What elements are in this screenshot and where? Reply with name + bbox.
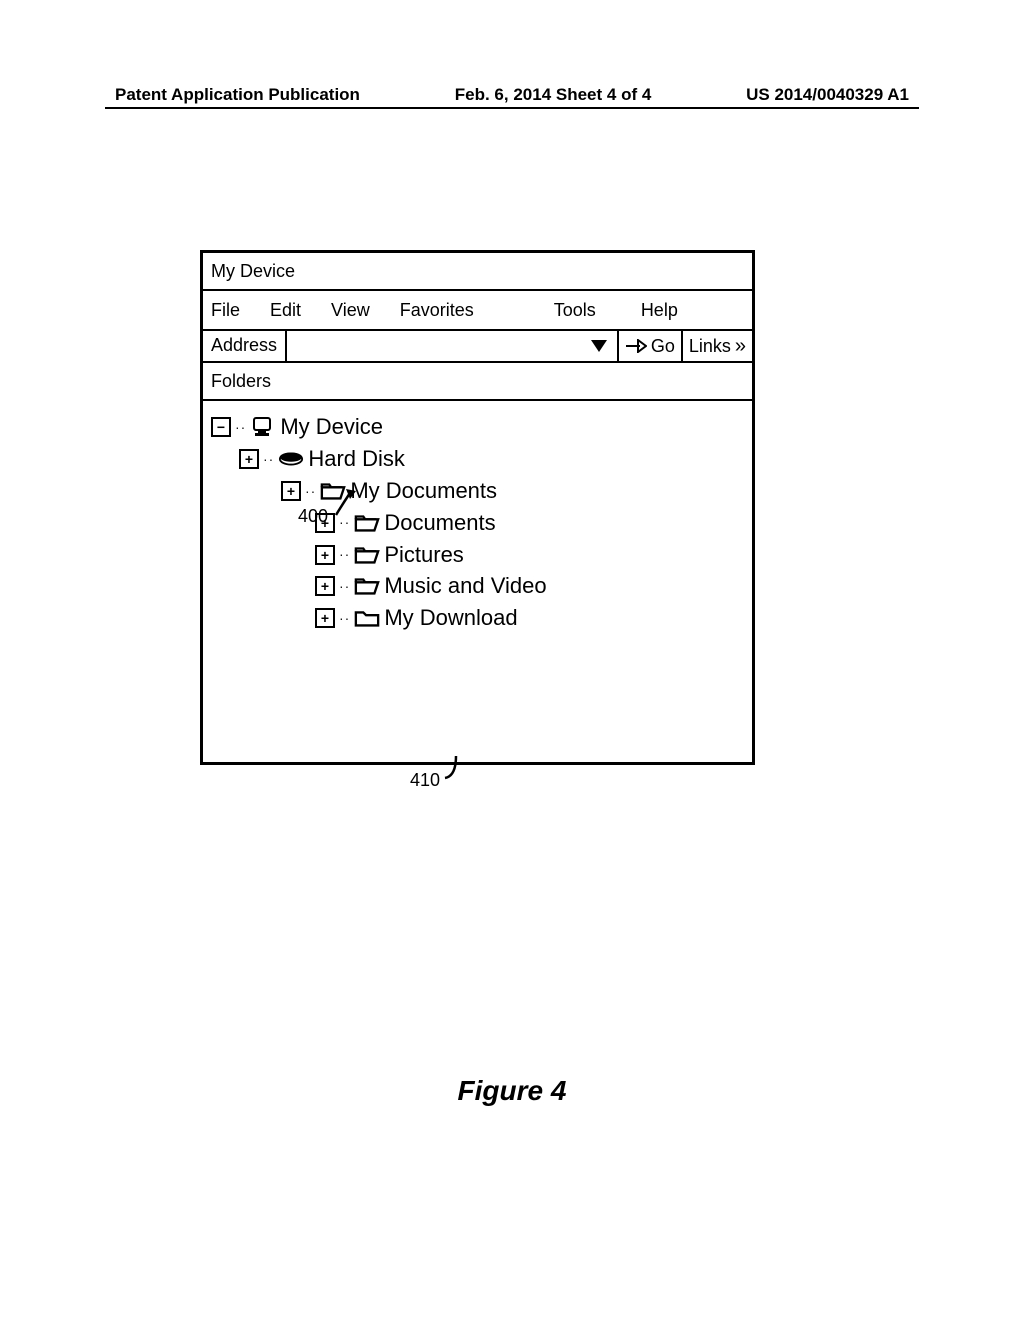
folder-open-icon — [354, 575, 380, 597]
tree-node-music-video[interactable]: + ·· Music and Video — [315, 570, 744, 602]
tree-connector: ·· — [263, 449, 274, 469]
tree-connector: ·· — [235, 417, 246, 437]
page-header: Patent Application Publication Feb. 6, 2… — [115, 85, 909, 105]
tree-label-mydocuments: My Documents — [350, 475, 497, 507]
tree-connector: ·· — [339, 544, 350, 564]
header-center: Feb. 6, 2014 Sheet 4 of 4 — [455, 85, 652, 105]
links-label: Links — [689, 336, 731, 357]
expand-icon[interactable]: + — [315, 545, 335, 565]
expand-icon[interactable]: + — [239, 449, 259, 469]
expand-icon[interactable]: + — [281, 481, 301, 501]
header-left: Patent Application Publication — [115, 85, 360, 105]
menu-favorites[interactable]: Favorites — [400, 300, 474, 321]
callout-arrow-icon — [332, 487, 358, 517]
harddisk-icon — [278, 448, 304, 470]
collapse-icon[interactable]: − — [211, 417, 231, 437]
go-button[interactable]: Go — [619, 331, 683, 361]
window-title: My Device — [203, 253, 752, 291]
menu-bar: File Edit View Favorites Tools Help — [203, 291, 752, 331]
header-rule — [105, 107, 919, 109]
menu-file[interactable]: File — [211, 300, 240, 321]
folder-tree: − ·· My Device + ·· Hard Disk + ·· My Do… — [203, 401, 752, 642]
tree-label: Pictures — [384, 539, 463, 571]
callout-410-text: 410 — [410, 770, 440, 790]
tree-label-root: My Device — [280, 411, 383, 443]
chevron-double-right-icon: » — [735, 335, 746, 358]
figure-caption: Figure 4 — [0, 1075, 1024, 1107]
reference-numeral-400: 400 — [298, 503, 328, 529]
tree-label: Documents — [384, 507, 495, 539]
tree-node-documents[interactable]: + ·· Documents — [315, 507, 744, 539]
header-right: US 2014/0040329 A1 — [746, 85, 909, 105]
address-input[interactable] — [285, 331, 619, 361]
folder-open-icon — [354, 512, 380, 534]
links-button[interactable]: Links » — [683, 331, 752, 361]
computer-icon — [250, 416, 276, 438]
address-label: Address — [203, 331, 285, 361]
folder-open-icon — [354, 544, 380, 566]
menu-view[interactable]: View — [331, 300, 370, 321]
menu-help[interactable]: Help — [641, 300, 678, 321]
expand-icon[interactable]: + — [315, 576, 335, 596]
tree-node-mydownload[interactable]: + ·· My Download — [315, 602, 744, 634]
expand-icon[interactable]: + — [315, 608, 335, 628]
tree-node-root[interactable]: − ·· My Device — [211, 411, 744, 443]
tree-node-harddisk[interactable]: + ·· Hard Disk — [239, 443, 744, 475]
menu-tools[interactable]: Tools — [554, 300, 596, 321]
address-bar: Address Go Links » — [203, 331, 752, 363]
tree-label: My Download — [384, 602, 517, 634]
tree-node-pictures[interactable]: + ·· Pictures — [315, 539, 744, 571]
tree-connector: ·· — [339, 576, 350, 596]
explorer-window: My Device File Edit View Favorites Tools… — [200, 250, 755, 765]
tree-label-harddisk: Hard Disk — [308, 443, 405, 475]
tree-label: Music and Video — [384, 570, 546, 602]
folders-panel-header: Folders — [203, 363, 752, 401]
go-label: Go — [651, 336, 675, 357]
folder-icon — [354, 607, 380, 629]
dropdown-icon[interactable] — [589, 338, 609, 354]
callout-400-text: 400 — [298, 506, 328, 526]
tree-connector: ·· — [339, 608, 350, 628]
tree-connector: ·· — [305, 481, 316, 501]
menu-edit[interactable]: Edit — [270, 300, 301, 321]
callout-hook-icon — [442, 750, 464, 780]
reference-numeral-410: 410 — [410, 770, 440, 791]
arrow-right-icon — [625, 339, 647, 353]
